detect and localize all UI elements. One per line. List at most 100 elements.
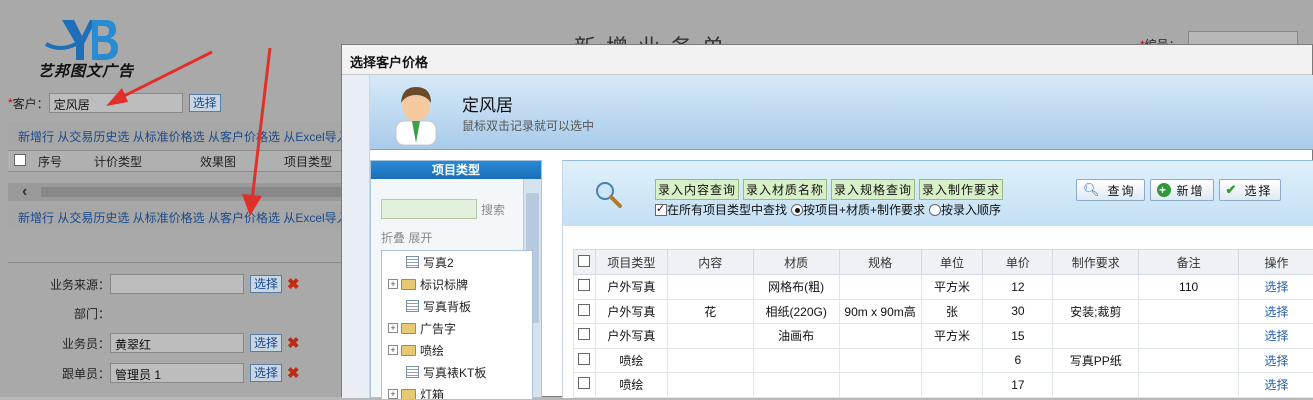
tree-item-signage[interactable]: + 标识标牌 (382, 273, 532, 295)
salesman-input[interactable]: 黄翠红 (110, 333, 244, 353)
tree-item-backboard[interactable]: 写真背板 (382, 295, 532, 317)
project-type-title: 项目类型 (371, 161, 541, 179)
customer-label: 客户： (13, 95, 49, 112)
table-row[interactable]: 户外写真 油画布 平方米 15 选择 (574, 324, 1313, 349)
col-content: 内容 (667, 250, 753, 275)
sort-by-type-label: 按项目+材质+制作要求 (803, 201, 925, 218)
col-material: 材质 (753, 250, 839, 275)
row-checkbox[interactable] (578, 304, 590, 316)
add-button[interactable]: + 新增 (1150, 179, 1214, 201)
clear-salesman-icon[interactable]: ✖ (287, 334, 300, 352)
cell-content: 花 (667, 299, 753, 324)
col-unit-price: 单价 (983, 250, 1053, 275)
tree-item-label: 标识标牌 (420, 276, 468, 293)
select-all-checkbox[interactable] (578, 255, 590, 267)
salesman-label: 业务员： (62, 335, 110, 352)
expand-icon[interactable]: + (388, 345, 398, 355)
table-row[interactable]: 喷绘 17 选择 (574, 373, 1313, 398)
grid-select-all[interactable] (574, 250, 596, 275)
tree-item-letters[interactable]: + 广告字 (382, 317, 532, 339)
chip-content-query[interactable]: 录入内容查询 (655, 179, 739, 200)
scroll-left-icon[interactable]: ‹ (22, 183, 27, 201)
source-input[interactable] (110, 274, 244, 294)
cell-spec (839, 275, 921, 300)
sort-by-entry-radio[interactable] (929, 204, 941, 216)
tree-item-lightbox[interactable]: + 灯箱 (382, 383, 532, 400)
customer-hint: 鼠标双击记录就可以选中 (462, 117, 594, 134)
cell-item-type: 喷绘 (595, 348, 667, 373)
cell-remark: 110 (1139, 275, 1239, 300)
expand-icon[interactable]: + (388, 389, 398, 399)
table-row[interactable]: 喷绘 6 写真PP纸 选择 (574, 348, 1313, 373)
source-row: 业务来源： 选择 ✖ (50, 274, 300, 294)
cell-unit: 平方米 (921, 275, 983, 300)
row-checkbox[interactable] (578, 328, 590, 340)
type-search-button[interactable]: 搜索 (481, 201, 505, 218)
follower-row: 跟单员： 管理员 1 选择 ✖ (62, 363, 300, 383)
tree-item-label: 写真背板 (423, 298, 471, 315)
cell-item-type: 户外写真 (595, 275, 667, 300)
type-search-input[interactable] (381, 199, 477, 219)
cell-requirement (1053, 373, 1139, 398)
dialog-title[interactable]: 选择客户价格 (342, 45, 1312, 75)
customer-name: 定风居 (462, 91, 513, 116)
cell-content (667, 373, 753, 398)
follower-select-button[interactable]: 选择 (250, 364, 282, 382)
tree-item-label: 写真2 (423, 254, 454, 271)
row-checkbox[interactable] (578, 353, 590, 365)
cell-unit (921, 348, 983, 373)
clear-follower-icon[interactable]: ✖ (287, 364, 300, 382)
search-all-types-checkbox[interactable] (655, 204, 667, 216)
row-select-link[interactable]: 选择 (1239, 275, 1313, 300)
select-button-label: 选择 (1244, 182, 1272, 199)
row-select-link[interactable]: 选择 (1239, 299, 1313, 324)
document-icon (406, 300, 419, 312)
cell-spec (839, 324, 921, 349)
tree-item-label: 灯箱 (420, 386, 444, 400)
cell-unit-price: 6 (983, 348, 1053, 373)
source-select-button[interactable]: 选择 (250, 275, 282, 293)
tree-item-label: 写真裱KT板 (423, 364, 486, 381)
sort-by-type-radio[interactable] (791, 204, 803, 216)
table-row[interactable]: 户外写真 花 相纸(220G) 90m x 90m高 张 30 安装;裁剪 选择 (574, 299, 1313, 324)
source-label: 业务来源： (50, 276, 110, 293)
document-icon (406, 256, 419, 268)
row-checkbox[interactable] (578, 377, 590, 389)
cell-content (667, 348, 753, 373)
cell-unit-price: 17 (983, 373, 1053, 398)
cell-item-type: 户外写真 (595, 324, 667, 349)
cell-unit-price: 12 (983, 275, 1053, 300)
clear-source-icon[interactable]: ✖ (287, 275, 300, 293)
cell-unit (921, 373, 983, 398)
row-select-link[interactable]: 选择 (1239, 373, 1313, 398)
row-select-link[interactable]: 选择 (1239, 348, 1313, 373)
query-field-chips: 录入内容查询 录入材质名称 录入规格查询 录入制作要求 (655, 179, 1003, 200)
user-avatar-icon (390, 83, 442, 145)
expand-icon[interactable]: + (388, 279, 398, 289)
row-select-link[interactable]: 选择 (1239, 324, 1313, 349)
search-all-types-label: 在所有项目类型中查找 (667, 201, 787, 218)
chip-spec-query[interactable]: 录入规格查询 (831, 179, 915, 200)
customer-header: 定风居 鼠标双击记录就可以选中 (370, 75, 1313, 150)
query-button[interactable]: 🔍︎ 查询 (1076, 179, 1145, 201)
dept-label: 部门： (74, 305, 110, 322)
cell-material: 油画布 (753, 324, 839, 349)
table-row[interactable]: 户外写真 网格布(粗) 平方米 12 110 选择 (574, 275, 1313, 300)
follower-input[interactable]: 管理员 1 (110, 363, 244, 383)
price-grid: 项目类型 内容 材质 规格 单位 单价 制作要求 备注 操作 户外写真 网格布(… (573, 249, 1313, 398)
col-unit: 单位 (921, 250, 983, 275)
tree-item-photo2[interactable]: 写真2 (382, 251, 532, 273)
tree-item-inkjet[interactable]: + 喷绘 (382, 339, 532, 361)
cell-unit: 平方米 (921, 324, 983, 349)
tree-item-kt-board[interactable]: 写真裱KT板 (382, 361, 532, 383)
chip-requirement[interactable]: 录入制作要求 (919, 179, 1003, 200)
salesman-select-button[interactable]: 选择 (250, 334, 282, 352)
select-all-checkbox[interactable] (14, 154, 26, 166)
fold-expand-links[interactable]: 折叠 展开 (381, 229, 432, 246)
expand-icon[interactable]: + (388, 323, 398, 333)
chip-material-name[interactable]: 录入材质名称 (743, 179, 827, 200)
folder-icon (401, 345, 416, 356)
select-button[interactable]: ✔ 选择 (1219, 179, 1282, 201)
row-checkbox[interactable] (578, 279, 590, 291)
cell-spec (839, 373, 921, 398)
